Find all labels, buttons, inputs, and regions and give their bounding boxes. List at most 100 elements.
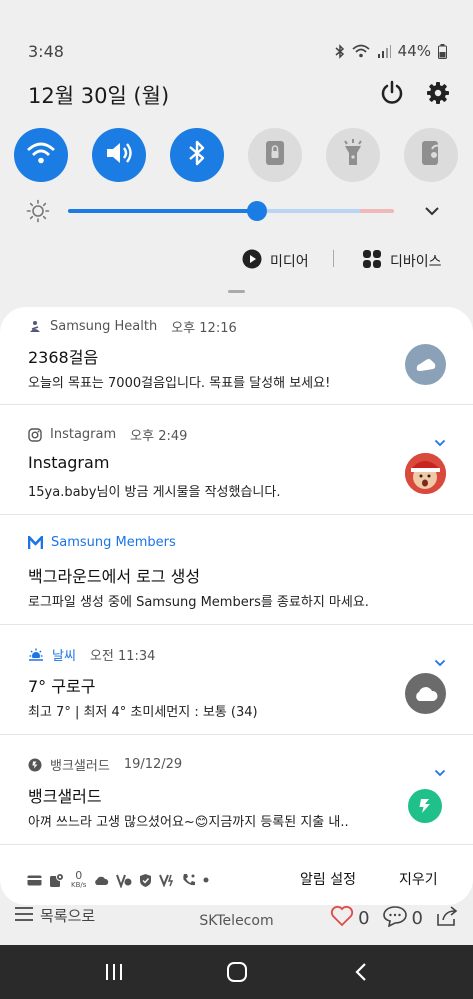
home-icon[interactable] [225,960,249,984]
devices-label: 디바이스 [390,254,442,270]
card-icon [27,875,42,886]
call-icon [182,873,196,887]
app-name: Samsung Health [50,319,158,334]
weather-icon [28,648,44,662]
notification-samsung-members[interactable]: Samsung Members 백그라운드에서 로그 생성 로그파일 생성 중에… [0,515,473,624]
network-speed-unit: KB/s [71,881,87,889]
notification-header: Instagram 오후 2:49 [28,425,187,444]
bluetooth-icon [187,139,207,171]
wifi-icon [352,44,370,58]
app-name: 날씨 [52,649,76,664]
notification-body: 아껴 쓰느라 고생 많으셨어요~😊지금까지 등록된 지출 내.. [28,815,349,830]
bluetooth-icon [335,43,345,59]
avatar [405,453,446,494]
media-button[interactable]: 미디어 [242,249,309,273]
instagram-icon [28,427,42,442]
sound-tile[interactable] [92,128,146,182]
status-bar: 3:48 44% [0,0,473,66]
back-icon[interactable] [349,960,373,984]
notification-header: 날씨 오전 11:34 [28,645,155,664]
clear-button[interactable]: 지우기 [399,869,438,889]
heart-icon [330,905,354,932]
battery-icon [438,43,447,59]
shoe-icon [405,344,446,385]
expand-chevron-icon[interactable] [434,762,446,777]
notification-app-icons: 0 KB/s [27,870,209,890]
samsung-members-icon [28,535,43,550]
wifi-tile[interactable] [14,128,68,182]
flashlight-tile[interactable] [326,128,380,182]
cloud-icon [405,673,446,714]
notification-time: 오전 11:34 [89,649,156,664]
devices-button[interactable]: 디바이스 [362,249,442,273]
notification-body: 로그파일 생성 중에 Samsung Members를 종료하지 마세요. [28,595,369,610]
recents-icon[interactable] [102,960,126,984]
network-speed: 0 KB/s [71,870,86,890]
post-stats: 0 0 [330,905,459,932]
notification-body: 15ya.baby님이 방금 게시물을 작성했습니다. [28,485,281,500]
notification-time: 오후 12:16 [171,321,237,336]
more-dot-icon [203,877,209,883]
notification-body: 최고 7° | 최저 4° 초미세먼지 : 보통 (34) [28,705,258,720]
background-app: 목록으로 SKTelecom 0 0 [0,905,473,945]
rotation-lock-tile[interactable] [248,128,302,182]
shield-icon [139,873,152,888]
date-label: 12월 30일 (월) [28,84,170,108]
rotation-lock-icon [264,139,286,171]
notification-title: 뱅크샐러드 [28,787,102,806]
power-icon[interactable] [379,80,405,106]
samsung-health-icon [28,320,42,334]
notification-time: 오후 2:49 [130,429,188,444]
brightness-fill [68,209,258,213]
banksalad-small-icon [28,758,42,772]
notification-time: 19/12/29 [123,757,183,772]
network-speed-value: 0 [75,869,83,882]
like-count: 0 [358,908,370,929]
v3-icon [116,873,132,888]
drag-handle[interactable] [228,290,245,293]
sound-icon [104,140,134,170]
power-saving-tile[interactable] [404,128,458,182]
app-name: Samsung Members [51,535,176,550]
status-icons: 44% [335,42,447,60]
notification-title: 2368걸음 [28,348,99,367]
notification-panel: Samsung Health 오후 12:16 2368걸음 오늘의 목표는 7… [0,307,473,905]
brightness-warning-zone [360,209,394,213]
devices-icon [362,249,382,273]
navigation-bar [0,945,473,999]
notification-header: 뱅크샐러드 19/12/29 [28,755,182,774]
banksalad-icon [408,789,442,823]
expand-chevron-icon[interactable] [434,652,446,667]
notification-header: Samsung Members [28,535,176,550]
divider [0,844,473,845]
brightness-thumb[interactable] [247,201,268,221]
notification-weather[interactable]: 날씨 오전 11:34 7° 구로구 최고 7° | 최저 4° 초미세먼지 :… [0,625,473,734]
brightness-icon [26,199,50,223]
notification-settings-button[interactable]: 알림 설정 [300,869,356,889]
map-icon [49,872,64,888]
battery-level: 44% [397,42,431,60]
notification-samsung-health[interactable]: Samsung Health 오후 12:16 2368걸음 오늘의 목표는 7… [0,307,473,404]
expand-chevron-icon[interactable] [434,432,446,447]
notification-header: Samsung Health 오후 12:16 [28,317,237,336]
notification-banksalad[interactable]: 뱅크샐러드 19/12/29 뱅크샐러드 아껴 쓰느라 고생 많으셨어요~😊지금… [0,735,473,844]
brightness-slider[interactable] [68,209,394,213]
status-time: 3:48 [28,42,64,61]
power-saving-icon [419,139,445,171]
app-name: 뱅크샐러드 [50,759,110,774]
divider [333,250,334,267]
share-icon[interactable] [435,905,459,932]
chevron-down-icon[interactable] [423,203,441,217]
gear-icon[interactable] [425,80,451,106]
notification-body: 오늘의 목표는 7000걸음입니다. 목표를 달성해 보세요! [28,376,331,391]
notification-title: Instagram [28,453,110,472]
flashlight-icon [342,138,364,172]
notification-instagram[interactable]: Instagram 오후 2:49 Instagram 15ya.baby님이 … [0,405,473,514]
like-button[interactable]: 0 [330,905,370,932]
cloud-icon [93,875,109,886]
comment-button[interactable]: 0 [382,905,423,932]
signal-icon [377,44,391,58]
wifi-icon [26,141,56,169]
bluetooth-tile[interactable] [170,128,224,182]
app-name: Instagram [50,427,117,442]
